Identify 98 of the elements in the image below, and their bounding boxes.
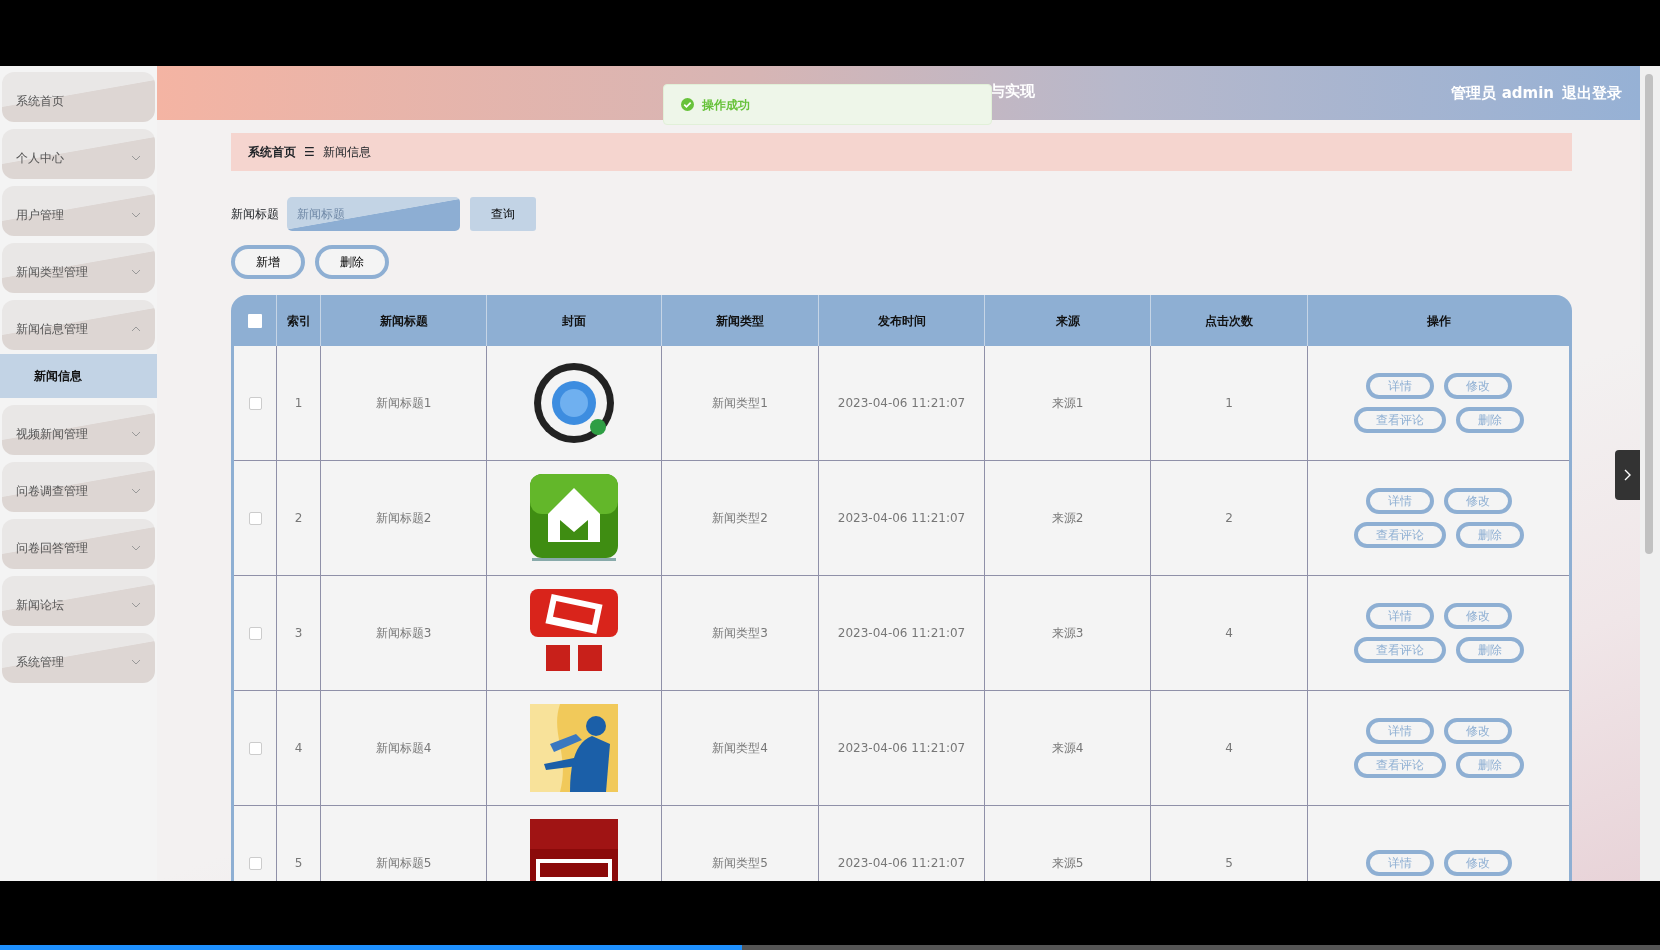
action-button[interactable]: 修改 xyxy=(1443,718,1512,744)
time-cell-text: 2023-04-06 11:21:07 xyxy=(837,395,966,412)
action-button[interactable]: 删除 xyxy=(1455,522,1524,548)
clicks-cell-text: 4 xyxy=(1225,740,1233,757)
source-cell-text: 来源1 xyxy=(1051,395,1084,412)
type-cell-text: 新闻类型1 xyxy=(712,395,768,412)
chevron-down-icon xyxy=(131,212,141,218)
action-button[interactable]: 详情 xyxy=(1365,850,1434,876)
column-header: 新闻类型 xyxy=(716,312,764,330)
source-cell-text: 来源5 xyxy=(1051,855,1084,872)
type-cell-text: 新闻类型5 xyxy=(712,855,768,872)
action-button[interactable]: 删除 xyxy=(1455,637,1524,663)
title-cell-text: 新闻标题5 xyxy=(375,855,432,872)
action-button[interactable]: 修改 xyxy=(1443,603,1512,629)
chevron-down-icon xyxy=(131,269,141,275)
action-button[interactable]: 删除 xyxy=(1455,407,1524,433)
action-button[interactable]: 详情 xyxy=(1365,488,1434,514)
breadcrumb-link[interactable]: 新闻信息 xyxy=(322,143,371,161)
time-cell-text: 2023-04-06 11:21:07 xyxy=(837,510,966,527)
breadcrumb-link[interactable]: 系统首页 xyxy=(248,143,296,161)
search-label: 新闻标题 xyxy=(231,206,279,223)
source-cell-text: 来源2 xyxy=(1051,510,1084,527)
query-button[interactable]: 查询 xyxy=(470,197,536,231)
sidebar-item[interactable]: 问卷调查管理 xyxy=(2,462,155,512)
row-checkbox[interactable] xyxy=(248,626,262,640)
action-button[interactable]: 查看评论 xyxy=(1353,637,1446,663)
column-header: 来源 xyxy=(1055,312,1080,330)
title-cell-text: 新闻标题1 xyxy=(375,395,432,412)
video-progress-bar[interactable] xyxy=(0,945,1660,950)
sidebar-item[interactable]: 系统首页 xyxy=(2,72,155,122)
type-cell-text: 新闻类型3 xyxy=(712,625,768,642)
action-button[interactable]: 修改 xyxy=(1443,850,1512,876)
index-cell-text: 1 xyxy=(294,395,303,412)
sidebar-item[interactable]: 新闻信息管理 xyxy=(2,300,155,350)
sidebar-item[interactable]: 新闻论坛 xyxy=(2,576,155,626)
admin-user: 管理员 admin xyxy=(1451,82,1554,104)
clicks-cell-text: 2 xyxy=(1225,510,1233,527)
action-button[interactable]: 详情 xyxy=(1365,373,1434,399)
action-button[interactable]: 详情 xyxy=(1365,603,1434,629)
sidebar-item[interactable]: 新闻类型管理 xyxy=(2,243,155,293)
type-cell-text: 新闻类型2 xyxy=(712,510,768,527)
scrollbar[interactable] xyxy=(1640,66,1660,881)
column-header: 索引 xyxy=(286,312,311,330)
action-button[interactable]: 修改 xyxy=(1443,373,1512,399)
chevron-down-icon xyxy=(131,545,141,551)
column-header: 发布时间 xyxy=(877,312,926,330)
index-cell-text: 4 xyxy=(294,740,303,757)
title-cell-text: 新闻标题2 xyxy=(375,510,432,527)
time-cell-text: 2023-04-06 11:21:07 xyxy=(837,625,966,642)
action-button[interactable]: 删除 xyxy=(1455,752,1524,778)
chevron-down-icon xyxy=(131,602,141,608)
row-checkbox[interactable] xyxy=(248,856,262,870)
sidebar-item[interactable]: 个人中心 xyxy=(2,129,155,179)
chevron-down-icon xyxy=(131,155,141,161)
chevron-down-icon xyxy=(131,431,141,437)
success-icon xyxy=(681,98,694,111)
search-field[interactable]: 新闻标题 xyxy=(287,197,460,231)
sidebar-subitem[interactable]: 新闻信息 xyxy=(0,354,157,398)
action-button[interactable]: 查看评论 xyxy=(1353,522,1446,548)
select-all-checkbox[interactable] xyxy=(248,313,262,328)
column-header: 点击次数 xyxy=(1205,312,1253,330)
row-checkbox[interactable] xyxy=(248,511,262,525)
breadcrumb-separator: ☰ xyxy=(304,144,315,161)
action-button[interactable]: 详情 xyxy=(1365,718,1434,744)
action-button[interactable]: 查看评论 xyxy=(1353,752,1446,778)
chevron-down-icon xyxy=(131,488,141,494)
index-cell-text: 2 xyxy=(294,510,303,527)
sidebar-item[interactable]: 系统管理 xyxy=(2,633,155,683)
sidebar-item[interactable]: 问卷回答管理 xyxy=(2,519,155,569)
toolbar-button[interactable]: 删除 xyxy=(315,245,389,279)
row-checkbox[interactable] xyxy=(248,396,262,410)
time-cell-text: 2023-04-06 11:21:07 xyxy=(837,855,966,872)
sidebar-item[interactable]: 用户管理 xyxy=(2,186,155,236)
sidebar-item[interactable]: 视频新闻管理 xyxy=(2,405,155,455)
type-cell-text: 新闻类型4 xyxy=(712,740,768,757)
clicks-cell-text: 1 xyxy=(1225,395,1233,412)
source-cell-text: 来源3 xyxy=(1051,625,1084,642)
time-cell-text: 2023-04-06 11:21:07 xyxy=(837,740,966,757)
source-cell-text: 来源4 xyxy=(1051,740,1084,757)
index-cell-text: 5 xyxy=(294,855,303,872)
toolbar-button[interactable]: 新增 xyxy=(231,245,305,279)
row-checkbox[interactable] xyxy=(248,741,262,755)
action-button[interactable]: 查看评论 xyxy=(1353,407,1446,433)
action-button[interactable]: 修改 xyxy=(1443,488,1512,514)
toast-message: 操作成功 xyxy=(702,96,750,114)
title-cell-text: 新闻标题3 xyxy=(375,625,432,642)
title-cell-text: 新闻标题4 xyxy=(375,740,432,757)
chevron-right-icon xyxy=(1623,469,1632,481)
clicks-cell-text: 5 xyxy=(1225,855,1233,872)
column-header: 新闻标题 xyxy=(379,312,428,330)
column-header: 封面 xyxy=(562,312,586,330)
column-header: 操作 xyxy=(1426,312,1451,330)
clicks-cell-text: 4 xyxy=(1225,625,1233,642)
expand-tab[interactable] xyxy=(1615,450,1640,500)
chevron-up-icon xyxy=(131,326,141,332)
index-cell-text: 3 xyxy=(294,625,303,642)
logout-link[interactable]: 退出登录 xyxy=(1562,81,1622,105)
chevron-down-icon xyxy=(131,659,141,665)
